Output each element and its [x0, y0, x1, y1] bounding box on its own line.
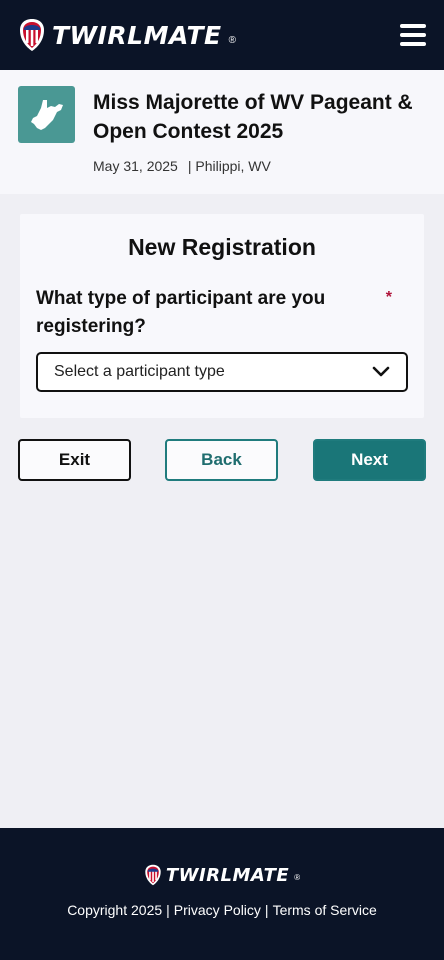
top-navbar: TWIRLMATE ®	[0, 0, 444, 70]
event-location: | Philippi, WV	[187, 158, 271, 174]
event-meta: May 31, 2025 | Philippi, WV	[93, 158, 426, 174]
event-title: Miss Majorette of WV Pageant & Open Cont…	[93, 91, 413, 143]
page-footer: TWIRLMATE ® Copyright 2025 | Privacy Pol…	[0, 828, 444, 960]
footer-registered-mark: ®	[294, 873, 301, 882]
event-thumbnail	[18, 86, 75, 143]
participant-type-select[interactable]: Select a participant type	[36, 352, 408, 392]
footer-separator: |	[166, 902, 170, 918]
footer-links: Copyright 2025 | Privacy Policy | Terms …	[67, 902, 377, 918]
twirlmate-logo[interactable]: TWIRLMATE ®	[18, 18, 236, 52]
back-button[interactable]: Back	[165, 439, 278, 481]
required-marker: *	[385, 289, 392, 306]
privacy-policy-link[interactable]: Privacy Policy	[174, 902, 261, 918]
event-date: May 31, 2025	[93, 158, 178, 174]
west-virginia-state-icon	[30, 99, 63, 130]
chevron-down-icon	[372, 366, 390, 377]
registration-card: New Registration What type of participan…	[20, 214, 424, 418]
footer-logo[interactable]: TWIRLMATE ®	[144, 864, 300, 886]
participant-type-question: What type of participant are you registe…	[36, 288, 326, 337]
registered-mark: ®	[228, 35, 236, 46]
terms-of-service-link[interactable]: Terms of Service	[273, 902, 377, 918]
copyright-text: Copyright 2025	[67, 902, 163, 918]
footer-brand-name: TWIRLMATE	[165, 864, 290, 886]
shield-logo-icon	[145, 864, 161, 886]
exit-button[interactable]: Exit	[18, 439, 131, 481]
select-placeholder: Select a participant type	[54, 363, 225, 380]
card-title: New Registration	[128, 234, 316, 260]
event-header: Miss Majorette of WV Pageant & Open Cont…	[0, 70, 444, 194]
footer-separator: |	[264, 902, 269, 918]
shield-logo-icon	[20, 19, 44, 51]
next-button[interactable]: Next	[313, 439, 426, 481]
brand-name: TWIRLMATE	[52, 20, 222, 50]
hamburger-menu-icon[interactable]	[400, 24, 426, 46]
